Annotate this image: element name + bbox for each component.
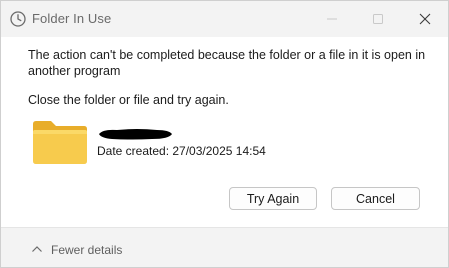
cancel-button[interactable]: Cancel	[331, 187, 420, 210]
maximize-button[interactable]	[355, 1, 401, 37]
clock-icon	[9, 10, 27, 28]
minimize-button[interactable]	[309, 1, 355, 37]
close-icon	[419, 13, 431, 25]
maximize-icon	[373, 14, 383, 24]
minimize-icon	[327, 18, 337, 20]
window-title: Folder In Use	[32, 11, 112, 26]
instruction-text: Close the folder or file and try again.	[28, 93, 229, 107]
folder-in-use-dialog: Folder In Use The action can't be comple…	[0, 0, 449, 268]
try-again-button[interactable]: Try Again	[229, 187, 317, 210]
chevron-up-icon	[32, 246, 42, 252]
file-name-redacted	[97, 127, 173, 141]
title-bar: Folder In Use	[1, 1, 448, 37]
folder-icon	[31, 118, 89, 166]
dialog-content: The action can't be completed because th…	[1, 37, 448, 221]
close-button[interactable]	[402, 1, 448, 37]
error-message: The action can't be completed because th…	[28, 48, 426, 78]
dialog-footer: Fewer details	[1, 227, 448, 267]
fewer-details-label: Fewer details	[51, 243, 123, 257]
date-created: Date created: 27/03/2025 14:54	[97, 144, 266, 158]
